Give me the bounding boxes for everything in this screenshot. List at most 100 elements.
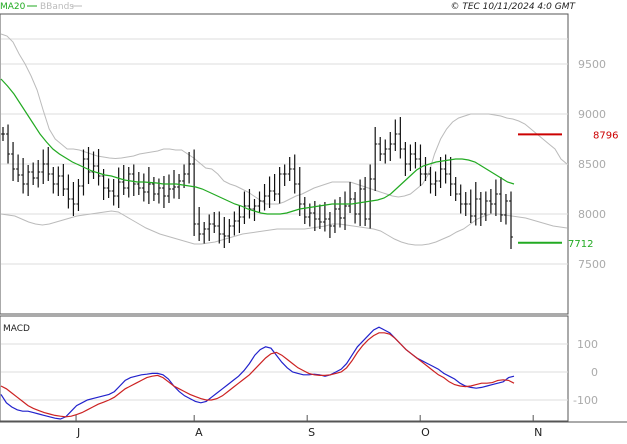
ohlc-bar [373,127,378,191]
ohlc-bar [378,137,383,161]
ohlc-bar [56,166,61,196]
ohlc-bar [312,201,317,231]
ohlc-bar [81,149,86,196]
ohlc-bar [458,184,463,214]
ohlc-bar [6,124,11,164]
ohlc-bar [302,197,307,224]
ohlc-bar [488,189,493,214]
ohlc-bar [509,191,513,249]
ohlc-bar [61,164,66,196]
ohlc-bar [493,179,498,216]
ohlc-bar [126,167,131,198]
ohlc-bar [41,149,46,184]
ohlc-bar [478,192,483,226]
ohlc-bar [177,174,182,199]
last-close-label: 7712 [568,239,593,250]
ohlc-bar [187,152,192,184]
ohlc-bar [136,172,141,195]
ohlc-bar [317,204,322,229]
bbands-upper-line [0,33,568,205]
ohlc-bar [498,177,503,222]
ohlc-bar [277,167,282,204]
ohlc-bar [141,173,146,202]
macd-grid [1,343,568,401]
ohlc-bar [453,177,458,201]
ohlc-bar [322,202,327,232]
ohlc-bar [151,177,156,201]
macd-title: MACD [3,324,30,334]
ohlc-bar [106,178,111,198]
ohlc-bar [267,176,272,208]
ohlc-bar [116,167,121,208]
x-tick-label: J [76,426,80,439]
ohlc-bar [393,119,398,151]
ohlc-bar [413,142,418,169]
x-axis: JASON [75,415,542,439]
ohlc-bar [227,219,232,243]
price-tick-label: 9000 [578,108,606,121]
ohlc-bar [31,162,36,185]
legend-ma20-label: MA20 [0,2,26,12]
ohlc-bar [156,178,161,204]
ohlc-bar [503,194,508,225]
macd-panel-border [0,315,569,422]
x-tick-label: O [421,426,430,439]
ohlc-bar [66,174,71,209]
macd-tick-label: 0 [591,366,598,379]
ohlc-bar [383,139,388,164]
ohlc-bar [1,127,5,141]
macd-series-line [0,332,515,418]
ohlc-bar [212,212,217,233]
ohlc-bar [353,192,358,224]
price-tick-label: 9500 [578,58,606,71]
ohlc-bar [368,164,373,229]
ohlc-bar [51,167,56,194]
ohlc-bar [282,164,287,186]
x-tick-label: S [308,426,315,439]
macd-lines [0,326,515,420]
ohlc-bar [237,205,242,233]
ohlc-bar [443,154,448,184]
x-tick-label: N [534,426,542,439]
macd-axis: 100 0 -100 [573,338,598,407]
ohlc-bar [348,182,353,213]
ohlc-bar [408,144,413,171]
ohlc-bar [272,174,277,201]
ohlc-bar [292,154,297,194]
ohlc-bar [222,217,227,248]
ohlc-bar [207,214,212,241]
ohlc-bar [262,184,267,211]
macd-tick-label: -100 [573,394,598,407]
ohlc-bar [16,154,21,182]
ohlc-bar [403,142,408,176]
ohlc-bar [166,174,171,203]
ohlc-bar [26,165,31,196]
ohlc-bar [131,164,136,196]
ohlc-bars [1,117,513,249]
ohlc-bar [287,157,292,181]
ohlc-bar [202,222,207,244]
chart-frame [0,13,627,423]
ohlc-bar [111,179,116,206]
ohlc-bar [161,176,166,208]
ohlc-bar [96,149,101,186]
price-tick-label: 7500 [578,258,606,271]
price-tick-label: 8000 [578,208,606,221]
ohlc-bar [197,207,202,241]
chart-svg: 8796 7712 7500 8000 8500 9000 9500 100 0 -100 J… [0,2,627,439]
ohlc-bar [192,149,197,236]
macd-tick-label: 100 [577,338,598,351]
ohlc-bar [418,144,423,186]
ohlc-bar [463,192,468,216]
ohlc-bar [257,191,262,213]
ohlc-bar [76,179,81,211]
bbands-lower-line [0,210,568,246]
copyright-text: © TEC 10/11/2024 4:0 GMT [450,2,576,12]
ohlc-bar [468,189,473,223]
price-tick-label: 8500 [578,158,606,171]
legend-bbands-label: BBands [40,2,74,12]
ohlc-bar [483,191,488,221]
ohlc-bar [448,157,453,196]
ohlc-bar [337,197,342,228]
x-tick-label: A [195,426,203,439]
